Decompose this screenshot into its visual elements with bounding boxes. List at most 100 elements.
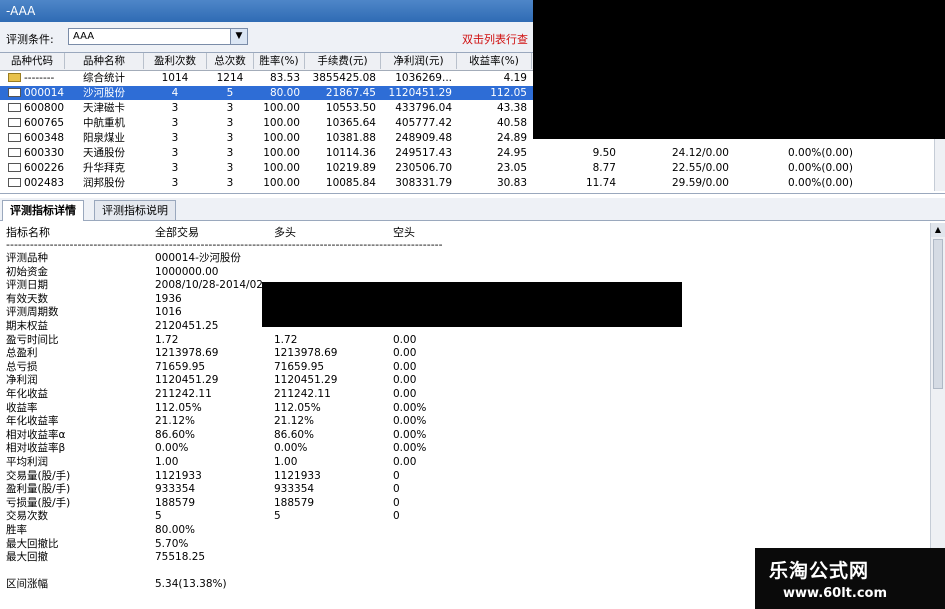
detail-long-cell: 1.00 xyxy=(274,456,298,468)
row-code: 600765 xyxy=(24,117,64,129)
col-header-fee[interactable]: 手续费(元) xyxy=(305,53,381,69)
detail-name-cell: 总盈利 xyxy=(6,347,38,360)
detail-name-cell: 最大回撤比 xyxy=(6,537,59,550)
chevron-down-icon[interactable]: ▼ xyxy=(230,29,247,44)
detail-short-cell: 0.00 xyxy=(393,360,417,373)
row-wins: 4 xyxy=(171,87,179,99)
folder-icon xyxy=(8,73,21,82)
detail-short-cell: 0.00 xyxy=(393,333,417,346)
table-row[interactable]: 002483 润邦股份 3 3 100.00 10085.84 308331.7… xyxy=(0,176,935,190)
detail-short-cell: 0.00 xyxy=(393,388,417,400)
document-icon xyxy=(8,163,21,172)
detail-all-cell: 86.60% xyxy=(155,428,196,441)
detail-name-cell: 净利润 xyxy=(6,374,38,387)
row-total: 1214 xyxy=(216,72,244,84)
detail-name-cell: 相对收益率α xyxy=(6,428,66,441)
detail-all-cell: 1000000.00 xyxy=(155,265,219,278)
row-col11: 0.00%(0.00) xyxy=(788,147,853,159)
row-col9: 11.74 xyxy=(585,177,616,189)
row-return: 23.05 xyxy=(496,162,527,174)
scroll-up-icon[interactable]: ▲ xyxy=(931,223,945,237)
detail-name-cell: 最大回撤 xyxy=(6,551,48,564)
detail-all-cell: 1121933 xyxy=(155,469,202,482)
col-header-name[interactable]: 品种名称 xyxy=(65,53,144,69)
detail-all-cell: 5 xyxy=(155,510,162,523)
row-return: 24.95 xyxy=(496,147,527,159)
row-col10: 22.55/0.00 xyxy=(672,162,729,174)
row-name: 综合统计 xyxy=(83,72,125,84)
row-total: 3 xyxy=(226,162,234,174)
detail-all-cell: 211242.11 xyxy=(155,388,212,400)
tab-indicator-details[interactable]: 评测指标详情 xyxy=(2,200,84,221)
detail-long-cell: 1121933 xyxy=(274,469,321,482)
row-fee: 10553.50 xyxy=(325,102,376,114)
col-header-return[interactable]: 收益率(%) xyxy=(457,53,532,69)
row-total: 3 xyxy=(226,132,234,144)
detail-short-cell: 0 xyxy=(393,510,400,523)
row-col11: 0.00%(0.00) xyxy=(788,177,853,189)
detail-short-cell: 0 xyxy=(393,496,400,509)
detail-all-cell: 80.00% xyxy=(155,524,196,536)
row-code: 600348 xyxy=(24,132,64,144)
row-fee: 10114.36 xyxy=(325,147,376,159)
col-header-wins[interactable]: 盈利次数 xyxy=(144,53,207,69)
row-code: 600226 xyxy=(24,162,64,174)
row-code: 600330 xyxy=(24,147,64,159)
row-return: 43.38 xyxy=(496,102,527,114)
row-name: 润邦股份 xyxy=(83,177,125,189)
document-icon xyxy=(8,118,21,127)
detail-tabs: 评测指标详情 评测指标说明 xyxy=(0,198,945,221)
table-row[interactable]: 600226 升华拜克 3 3 100.00 10219.89 230506.7… xyxy=(0,161,935,175)
watermark-url: www.60lt.com xyxy=(783,586,888,601)
detail-short-cell: 0 xyxy=(393,483,400,496)
row-col10: 24.12/0.00 xyxy=(672,147,729,159)
detail-all-cell: 1936 xyxy=(155,292,182,305)
detail-name-cell: 评测周期数 xyxy=(6,306,59,319)
condition-select[interactable]: AAA ▼ xyxy=(68,28,248,45)
condition-label: 评测条件: xyxy=(6,33,54,46)
row-name: 天通股份 xyxy=(83,147,125,159)
scroll-thumb[interactable] xyxy=(933,239,943,389)
tab-indicator-notes[interactable]: 评测指标说明 xyxy=(94,200,176,220)
detail-long-cell: 1120451.29 xyxy=(274,374,338,387)
detail-long-cell: 21.12% xyxy=(274,415,315,428)
row-fee: 10365.64 xyxy=(325,117,376,129)
row-col9: 9.50 xyxy=(592,147,616,159)
detail-all-cell: 1.72 xyxy=(155,333,179,346)
col-header-total[interactable]: 总次数 xyxy=(207,53,254,69)
row-name: 阳泉煤业 xyxy=(83,132,125,144)
row-winrate: 100.00 xyxy=(263,102,300,114)
detail-name-cell: 交易量(股/手) xyxy=(6,469,71,482)
row-wins: 3 xyxy=(171,132,179,144)
detail-all-cell: 71659.95 xyxy=(155,360,206,373)
row-code: 000014 xyxy=(24,87,64,99)
detail-name-cell: 有效天数 xyxy=(6,292,48,305)
detail-all-cell: 2008/10/28-2014/02 xyxy=(155,279,263,292)
detail-name-cell: 交易次数 xyxy=(6,510,48,523)
col-header-profit[interactable]: 净利润(元) xyxy=(381,53,457,69)
row-total: 3 xyxy=(226,102,234,114)
detail-long-cell: 71659.95 xyxy=(274,360,325,373)
row-code: 002483 xyxy=(24,177,64,189)
table-row[interactable]: 600330 天通股份 3 3 100.00 10114.36 249517.4… xyxy=(0,146,935,160)
detail-short-cell: 0.00 xyxy=(393,456,417,468)
detail-name-cell: 初始资金 xyxy=(6,265,48,278)
col-header-winrate[interactable]: 胜率(%) xyxy=(254,53,305,69)
detail-long-cell: 211242.11 xyxy=(274,388,331,400)
row-col11: 0.00%(0.00) xyxy=(788,162,853,174)
row-profit: 1120451.29 xyxy=(388,87,452,99)
row-name: 沙河股份 xyxy=(83,87,125,99)
row-return: 24.89 xyxy=(496,132,527,144)
detail-all-cell: 112.05% xyxy=(155,401,202,414)
detail-all-cell: 75518.25 xyxy=(155,551,206,564)
watermark-title: 乐淘公式网 xyxy=(769,560,870,582)
col-header-code[interactable]: 品种代码 xyxy=(0,53,65,69)
detail-all-cell: 5.34(13.38%) xyxy=(155,578,227,591)
double-click-hint: 双击列表行查 xyxy=(462,33,528,46)
row-profit: 308331.79 xyxy=(395,177,452,189)
detail-all-cell: 933354 xyxy=(155,483,196,496)
detail-short-cell: 0.00 xyxy=(393,347,417,360)
detail-long-cell: 1213978.69 xyxy=(274,347,338,360)
row-return: 112.05 xyxy=(490,87,527,99)
row-total: 5 xyxy=(226,87,234,99)
